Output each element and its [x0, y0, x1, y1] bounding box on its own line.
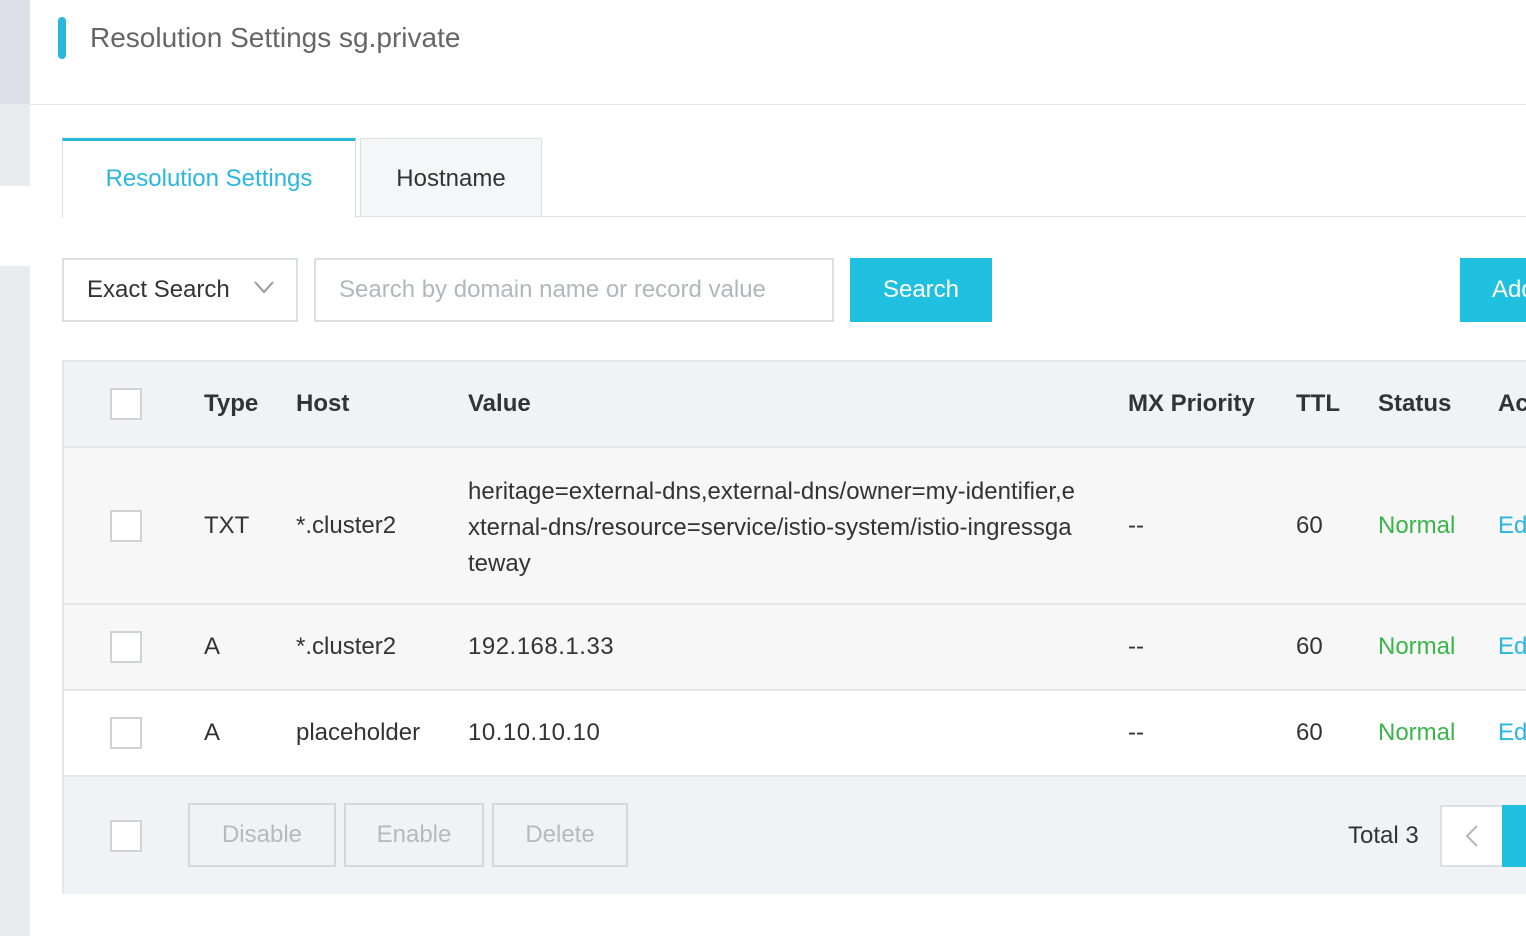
row-checkbox[interactable]	[110, 509, 142, 542]
record-value: 10.10.10.10	[468, 719, 601, 746]
pagination-prev-button[interactable]	[1440, 805, 1504, 867]
edit-link[interactable]: Ed	[1498, 605, 1526, 689]
column-header-status[interactable]: Status	[1378, 362, 1451, 446]
table-footer: Disable Enable Delete Total 3	[64, 777, 1526, 894]
search-type-value: Exact Search	[87, 276, 230, 303]
records-table: Type Host Value MX Priority TTL Status A…	[62, 360, 1526, 894]
record-value: heritage=external-dns,external-dns/owner…	[468, 478, 1075, 577]
column-header-host[interactable]: Host	[296, 362, 349, 446]
select-all-checkbox[interactable]	[110, 388, 142, 420]
record-host: *.cluster2	[296, 633, 397, 660]
pagination-current-page[interactable]	[1502, 805, 1526, 867]
column-header-type[interactable]: Type	[204, 362, 258, 446]
record-host: *.cluster2	[296, 511, 397, 539]
left-sidebar-rail	[0, 0, 30, 936]
record-host: placeholder	[296, 719, 421, 746]
row-checkbox[interactable]	[110, 717, 142, 749]
delete-button[interactable]: Delete	[492, 803, 628, 867]
record-ttl: 60	[1296, 719, 1323, 746]
edit-link[interactable]: Ed	[1498, 448, 1526, 603]
chevron-down-icon	[254, 281, 274, 294]
table-row: A placeholder 10.10.10.10 -- 60 Normal E…	[64, 691, 1526, 777]
column-header-ttl[interactable]: TTL	[1296, 362, 1340, 446]
disable-button[interactable]: Disable	[188, 803, 336, 867]
row-checkbox[interactable]	[110, 631, 142, 663]
table-row: A *.cluster2 192.168.1.33 -- 60 Normal E…	[64, 605, 1526, 691]
column-header-mx-priority[interactable]: MX Priority	[1128, 362, 1255, 446]
record-status: Normal	[1378, 633, 1456, 660]
record-type: TXT	[204, 511, 250, 539]
page-header: Resolution Settings sg.private	[30, 0, 1526, 105]
column-header-actions: Ac	[1498, 390, 1526, 417]
table-row: TXT *.cluster2 heritage=external-dns,ext…	[64, 448, 1526, 605]
sidebar-rail-gap	[0, 186, 30, 266]
record-type: A	[204, 633, 221, 660]
record-mx-priority: --	[1128, 719, 1144, 746]
enable-button[interactable]: Enable	[344, 803, 484, 867]
search-input[interactable]	[314, 258, 834, 322]
edit-link[interactable]: Ed	[1498, 691, 1526, 775]
record-status: Normal	[1378, 511, 1456, 539]
tab-bar: Resolution Settings Hostname	[62, 138, 1526, 218]
search-button[interactable]: Search	[850, 258, 992, 322]
tab-resolution-settings[interactable]: Resolution Settings	[62, 138, 356, 218]
record-type: A	[204, 719, 221, 746]
footer-select-all-checkbox[interactable]	[110, 819, 142, 852]
title-accent-bar	[58, 17, 66, 59]
total-count: Total 3	[1348, 821, 1419, 849]
table-header-row: Type Host Value MX Priority TTL Status A…	[64, 362, 1526, 448]
tab-hostname[interactable]: Hostname	[360, 138, 542, 217]
page-title: Resolution Settings sg.private	[90, 22, 461, 53]
chevron-left-icon	[1465, 825, 1478, 847]
record-mx-priority: --	[1128, 633, 1144, 660]
search-type-select[interactable]: Exact Search	[62, 258, 298, 322]
record-ttl: 60	[1296, 633, 1323, 660]
record-status: Normal	[1378, 719, 1456, 746]
record-ttl: 60	[1296, 511, 1323, 539]
record-mx-priority: --	[1128, 511, 1144, 539]
sidebar-rail-top	[0, 0, 30, 104]
column-header-value[interactable]: Value	[468, 362, 531, 446]
add-record-button[interactable]: Add	[1460, 258, 1526, 322]
record-value: 192.168.1.33	[468, 633, 615, 660]
